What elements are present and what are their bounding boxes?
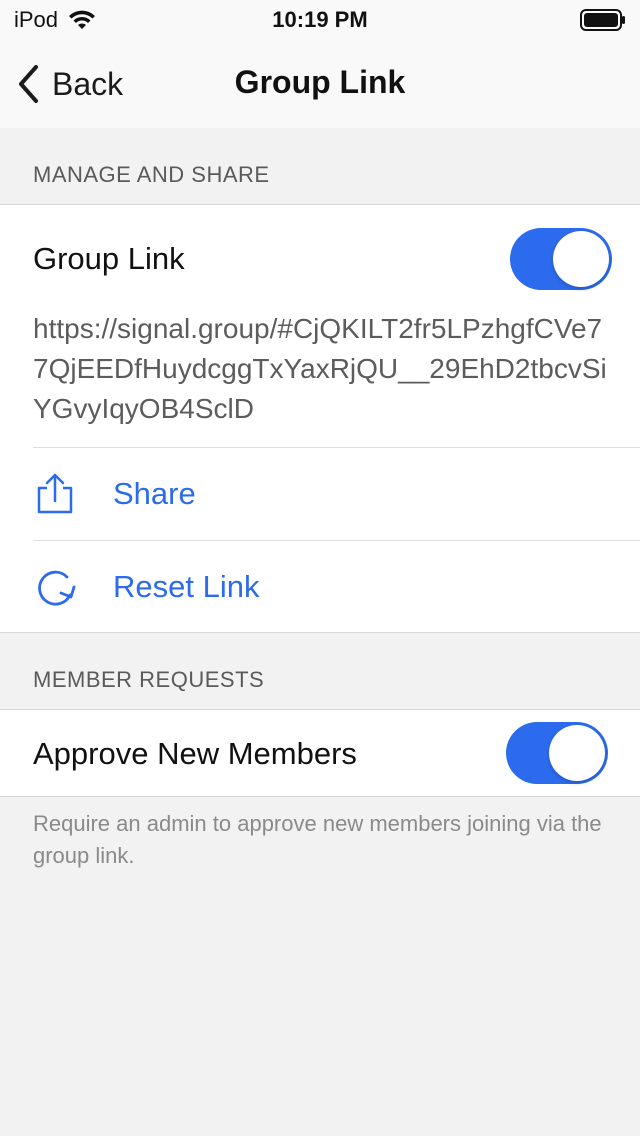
approve-new-members-toggle[interactable]	[506, 722, 608, 784]
share-icon	[37, 473, 73, 514]
group-link-toggle[interactable]	[510, 228, 612, 290]
clock: 10:19 PM	[272, 7, 368, 32]
section-header-member-requests: MEMBER REQUESTS	[33, 667, 265, 692]
reset-icon	[38, 570, 76, 606]
reset-link-button[interactable]: Reset Link	[0, 541, 640, 633]
manage-and-share-section: Group Link https://signal.group/#CjQKILT…	[0, 204, 640, 633]
group-link-label: Group Link	[33, 241, 185, 276]
group-link-url: https://signal.group/#CjQKILT2fr5LPzhgfC…	[33, 313, 607, 424]
member-requests-section: Approve New Members	[0, 709, 640, 797]
share-label: Share	[113, 476, 196, 511]
section-header-manage-and-share: MANAGE AND SHARE	[33, 162, 270, 187]
toggle-knob	[549, 725, 605, 781]
reset-link-label: Reset Link	[113, 569, 260, 604]
approve-new-members-label: Approve New Members	[33, 736, 357, 771]
navigation-bar: Back Group Link	[0, 40, 640, 128]
status-bar: iPod 10:19 PM	[0, 0, 640, 40]
page-title: Group Link	[234, 64, 406, 100]
share-button[interactable]: Share	[0, 448, 640, 540]
approve-members-footer: Require an admin to approve new members …	[33, 811, 602, 868]
toggle-knob	[553, 231, 609, 287]
battery-icon	[580, 9, 625, 31]
